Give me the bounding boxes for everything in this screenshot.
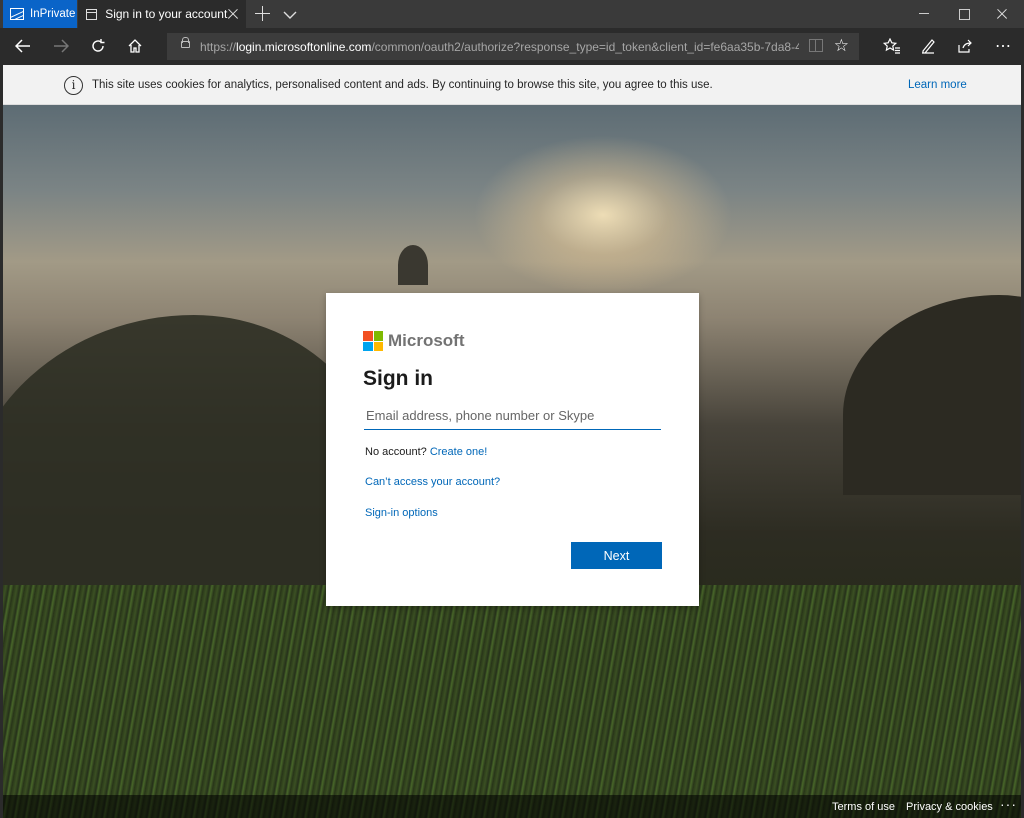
- page-icon: [86, 8, 98, 20]
- page-footer: Terms of use Privacy & cookies ···: [3, 795, 1021, 818]
- close-window-button[interactable]: [982, 0, 1022, 28]
- no-account-text: No account?: [365, 446, 427, 458]
- chevron-down-icon[interactable]: [283, 7, 297, 19]
- url-prefix: https://: [200, 39, 237, 54]
- forward-arrow-icon[interactable]: [48, 34, 74, 58]
- terms-of-use-link[interactable]: Terms of use: [832, 801, 895, 813]
- navigation-bar: https://login.microsoftonline.com/common…: [0, 28, 1024, 65]
- inprivate-badge[interactable]: InPrivate: [3, 0, 77, 28]
- create-account-link[interactable]: Create one!: [430, 446, 487, 458]
- maximize-button[interactable]: [944, 0, 984, 28]
- learn-more-link[interactable]: Learn more: [908, 79, 967, 91]
- favorite-star-icon[interactable]: ☆: [834, 36, 849, 56]
- tab-title: Sign in to your account: [105, 7, 228, 21]
- refresh-icon[interactable]: [85, 34, 111, 58]
- hill-right: [843, 295, 1021, 495]
- cant-access-link[interactable]: Can’t access your account?: [365, 476, 500, 488]
- minimize-button[interactable]: [904, 0, 944, 28]
- cookie-banner: i This site uses cookies for analytics, …: [3, 65, 1021, 105]
- privacy-cookies-link[interactable]: Privacy & cookies: [906, 801, 993, 813]
- inprivate-label: InPrivate: [30, 8, 76, 20]
- inprivate-icon: [10, 8, 24, 20]
- info-icon: i: [64, 76, 83, 95]
- email-field[interactable]: [364, 402, 661, 430]
- cookie-text: This site uses cookies for analytics, pe…: [92, 79, 713, 91]
- microsoft-logo: Microsoft: [363, 331, 465, 351]
- url-path: /common/oauth2/authorize?response_type=i…: [371, 39, 836, 54]
- sign-in-card: Microsoft Sign in No account? Create one…: [326, 293, 699, 606]
- pen-icon[interactable]: [915, 34, 941, 58]
- home-icon[interactable]: [122, 34, 148, 58]
- page-title: Sign in: [363, 367, 433, 390]
- lock-icon: [181, 37, 190, 48]
- address-bar[interactable]: https://login.microsoftonline.com/common…: [167, 33, 859, 60]
- tab-sign-in[interactable]: Sign in to your account: [78, 0, 246, 28]
- mountain-peak: [398, 245, 428, 285]
- more-options-icon[interactable]: ⋯: [990, 34, 1016, 58]
- sun-glow: [473, 135, 733, 295]
- new-tab-icon[interactable]: [255, 6, 271, 22]
- footer-more-icon[interactable]: ···: [1000, 796, 1017, 812]
- microsoft-logo-icon: [363, 331, 383, 351]
- tab-close-icon[interactable]: [227, 7, 239, 21]
- next-button[interactable]: Next: [571, 542, 662, 569]
- no-account-row: No account? Create one!: [365, 446, 487, 458]
- grass-foreground: [3, 585, 1021, 818]
- sign-in-options-link[interactable]: Sign-in options: [365, 507, 438, 519]
- brand-name: Microsoft: [388, 331, 465, 350]
- back-arrow-icon[interactable]: [10, 34, 36, 58]
- reading-view-icon[interactable]: [809, 39, 823, 52]
- share-icon[interactable]: [952, 34, 978, 58]
- title-bar: InPrivate Sign in to your account: [0, 0, 1024, 28]
- address-fade: [799, 33, 859, 60]
- favorites-hub-icon[interactable]: [879, 34, 905, 58]
- url-host: login.microsoftonline.com: [236, 39, 372, 54]
